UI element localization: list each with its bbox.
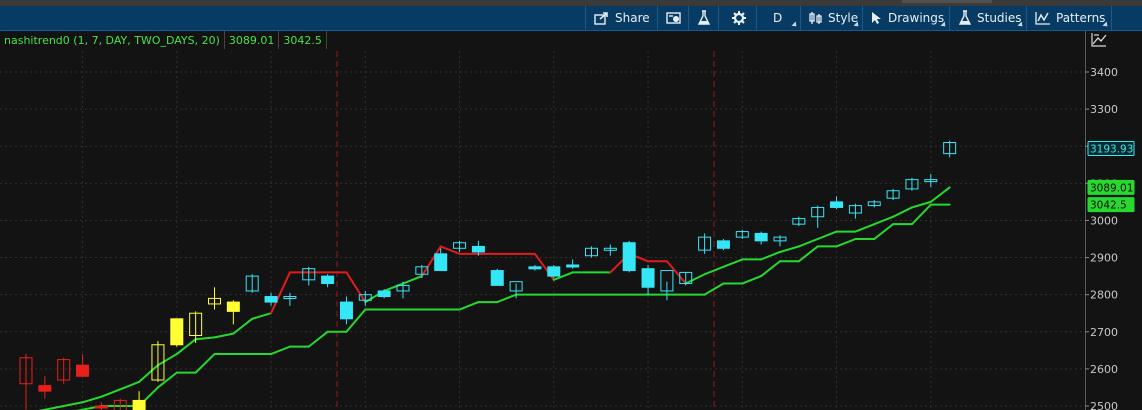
candle-body [226, 301, 240, 312]
flask-icon [958, 10, 972, 26]
drawings-label: Drawings [888, 11, 945, 25]
candle-body [830, 201, 844, 208]
candle-body [716, 240, 730, 249]
candle-body [471, 245, 485, 253]
tab-stub [902, 0, 992, 3]
study-name[interactable]: nashitrend0 (1, 7, DAY, TWO_DAYS, 20) [0, 31, 225, 49]
toolbar-overflow[interactable] [1111, 6, 1142, 30]
study-value-upper: 3089.01 [225, 31, 280, 49]
candle-body [434, 253, 448, 272]
style-icon [809, 11, 823, 25]
patterns-dropdown[interactable]: Patterns [1026, 6, 1111, 30]
candle-body [321, 275, 335, 285]
thinkorswim-chart-window: Share D Style Drawings Studies Patterns … [0, 0, 1142, 410]
chart-settings-icon [666, 11, 682, 25]
study-label-bar: nashitrend0 (1, 7, DAY, TWO_DAYS, 20) 30… [0, 31, 327, 49]
candle-body [641, 268, 655, 288]
candle-body [132, 399, 146, 410]
style-dropdown[interactable]: Style [800, 6, 862, 30]
candle-body [547, 266, 561, 277]
candle-body [377, 290, 391, 298]
share-icon [594, 11, 610, 25]
aggregation-period-dropdown[interactable]: D [756, 6, 800, 30]
candle-body [94, 405, 108, 409]
price-bubble-label: 3089.01 [1090, 182, 1133, 194]
cursor-arrow-icon [871, 11, 883, 25]
chart-toolbar: Share D Style Drawings Studies Patterns [0, 6, 1142, 31]
dropdown-arrow-icon [791, 21, 799, 29]
axis-tick-label: 2800 [1090, 289, 1118, 302]
axis-tick-label: 3000 [1090, 214, 1118, 227]
candle-body [170, 318, 184, 346]
axis-tick-label: 2900 [1090, 252, 1118, 265]
candle-body [566, 264, 580, 268]
candle-body [76, 364, 90, 377]
candle-body [38, 385, 52, 392]
drawings-dropdown[interactable]: Drawings [862, 6, 949, 30]
chart-settings-button[interactable] [657, 6, 688, 30]
flask-button[interactable] [688, 6, 718, 30]
candle-body [339, 301, 353, 320]
price-chart[interactable]: 2500260027002800290030003100320033003400… [0, 31, 1142, 410]
candle-body [490, 270, 504, 286]
candle-body [754, 232, 768, 242]
share-button[interactable]: Share [585, 6, 657, 30]
gear-icon [732, 11, 746, 25]
settings-button[interactable] [718, 6, 756, 30]
style-label: Style [828, 11, 859, 25]
axis-tick-label: 3400 [1090, 66, 1118, 79]
axis-tick-label: 3300 [1090, 103, 1118, 116]
price-bubble-label: 3193.93 [1090, 143, 1133, 155]
axis-tick-label: 2600 [1090, 363, 1118, 376]
study-value-lower: 3042.5 [279, 31, 327, 49]
patterns-icon [1035, 11, 1051, 25]
studies-label: Studies [977, 11, 1022, 25]
aggregation-label: D [773, 11, 783, 25]
axis-tick-label: 2700 [1090, 326, 1118, 339]
chart-style-icon[interactable] [1089, 32, 1109, 48]
flask-icon [697, 10, 711, 26]
candle-body [264, 296, 278, 303]
price-bubble-label: 3042.5 [1090, 200, 1127, 212]
studies-dropdown[interactable]: Studies [949, 6, 1026, 30]
axis-tick-label: 2500 [1090, 400, 1118, 410]
candle-body [622, 242, 636, 272]
candle-body [528, 266, 542, 270]
share-label: Share [615, 11, 650, 25]
patterns-label: Patterns [1056, 11, 1106, 25]
